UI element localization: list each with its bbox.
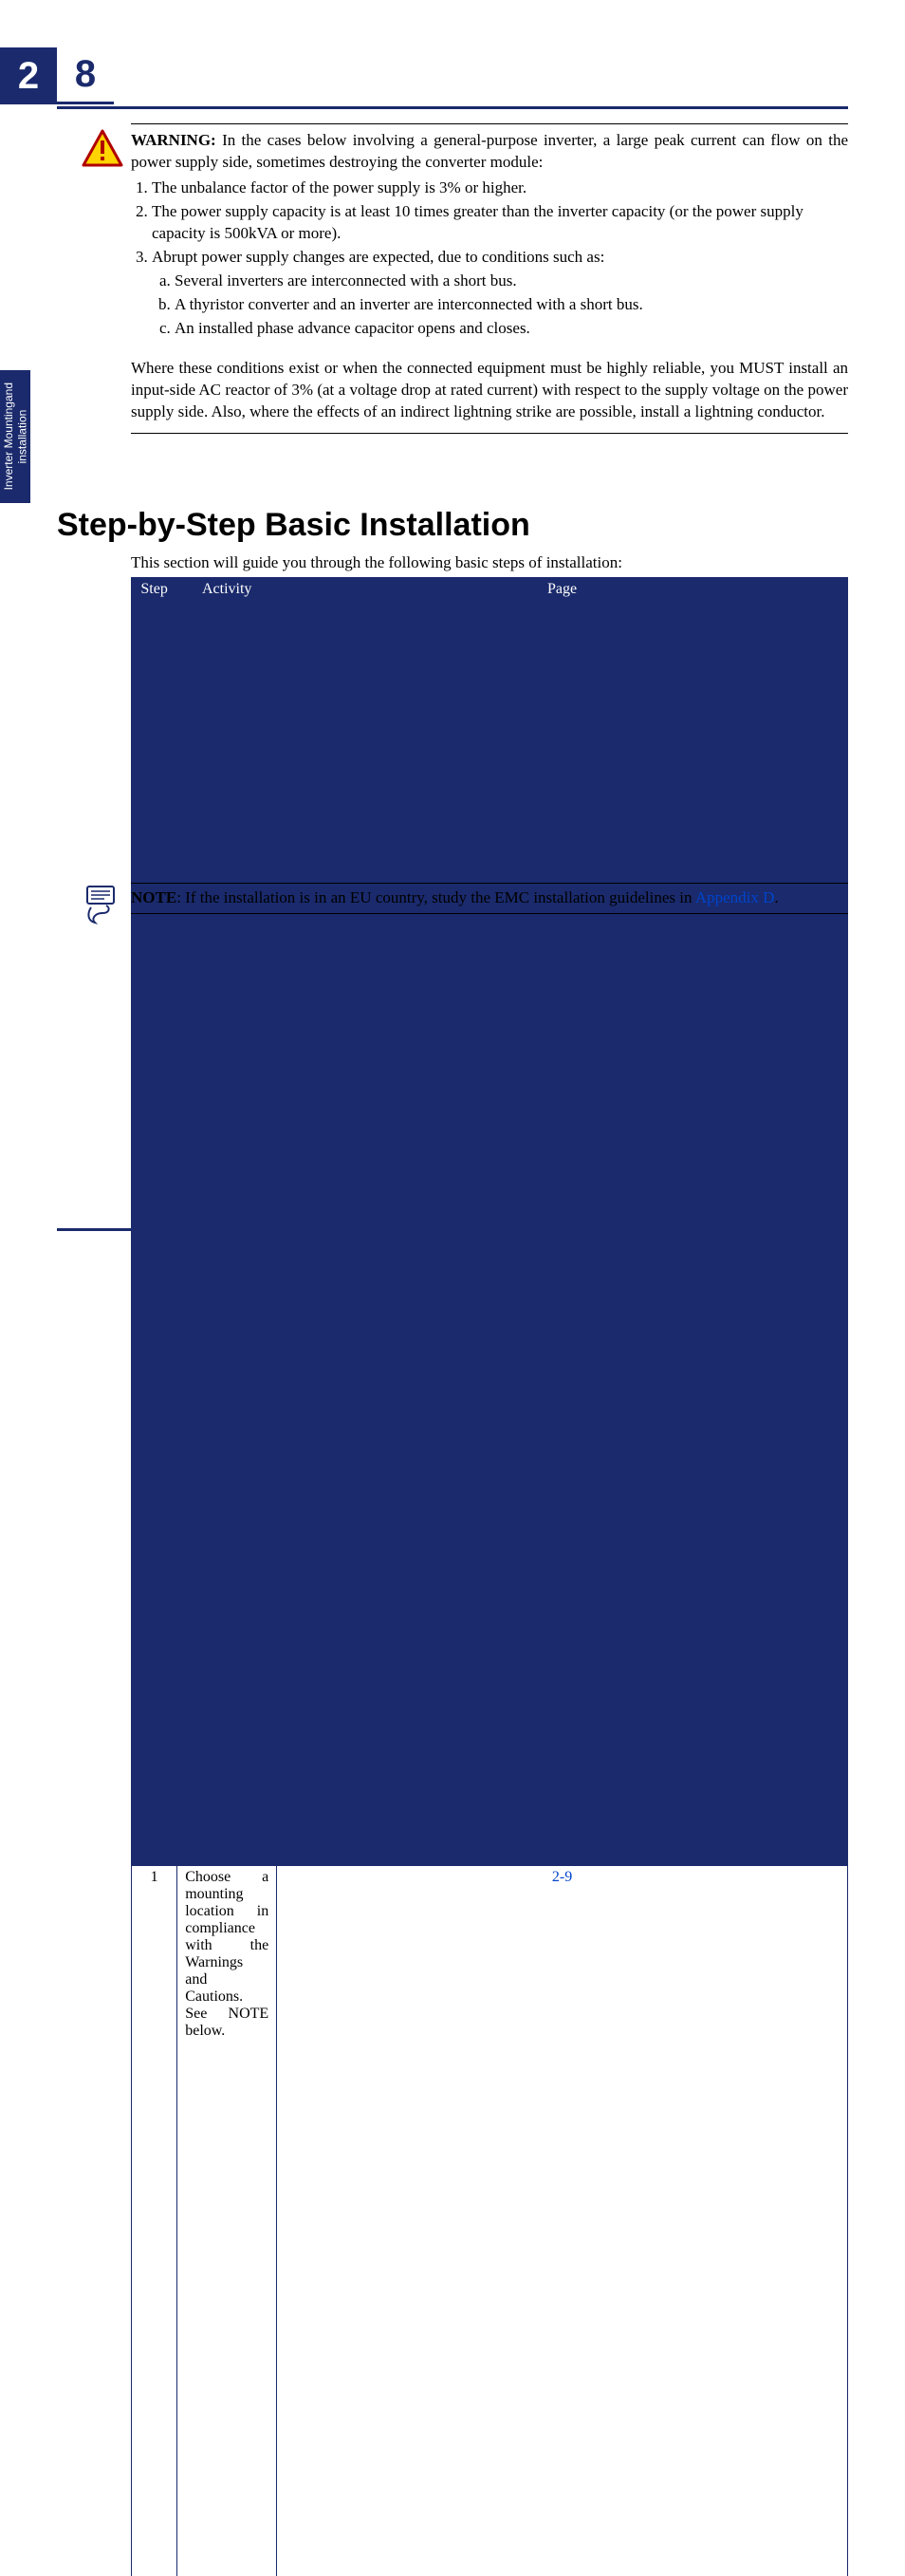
warning-sub-a: Several inverters are interconnected wit… — [175, 271, 848, 292]
warning-item-1: The unbalance factor of the power supply… — [152, 177, 848, 199]
warning-sub-c: An installed phase advance capacitor ope… — [175, 318, 848, 340]
warning-intro: WARNING: In the cases below involving a … — [131, 130, 848, 174]
warning-sub-b: A thyristor converter and an inverter ar… — [175, 294, 848, 316]
steps-table-wrap: Step Activity Page 1Choose a mounting lo… — [131, 577, 848, 2576]
warning-lead: WARNING: — [131, 131, 216, 149]
warning-sublist: Several inverters are interconnected wit… — [175, 271, 848, 340]
th-activity: Activity — [177, 578, 277, 1866]
side-tab-label: Inverter Mountingand installation — [2, 383, 29, 490]
th-page: Page — [277, 578, 848, 1866]
chapter-tab: 2 8 — [0, 47, 114, 104]
bottom-rule — [57, 1228, 848, 1231]
cell-page: 2-9 — [277, 1866, 848, 2576]
note-icon — [82, 885, 120, 924]
top-rule — [57, 106, 848, 109]
note-text: NOTE: If the installation is in an EU co… — [131, 887, 848, 909]
warning-item-3: Abrupt power supply changes are expected… — [152, 247, 848, 340]
warning-paragraph: Where these conditions exist or when the… — [131, 358, 848, 423]
warning-block: WARNING: In the cases below involving a … — [131, 123, 848, 434]
note-link[interactable]: Appendix D — [695, 888, 775, 906]
warning-item-3-text: Abrupt power supply changes are expected… — [152, 248, 604, 266]
warning-list: The unbalance factor of the power supply… — [152, 177, 848, 340]
section-intro: This section will guide you through the … — [131, 552, 848, 574]
cell-activity: Choose a mounting location in compliance… — [177, 1866, 277, 2576]
warning-icon — [82, 129, 123, 167]
note-lead: NOTE — [131, 888, 176, 906]
page-sub-number: 8 — [57, 47, 114, 104]
steps-table: Step Activity Page 1Choose a mounting lo… — [131, 577, 848, 2576]
chapter-number: 2 — [0, 47, 57, 104]
note-block: NOTE: If the installation is in an EU co… — [131, 883, 848, 914]
warning-item-2: The power supply capacity is at least 10… — [152, 201, 848, 245]
th-step: Step — [132, 578, 177, 1866]
table-row: 1Choose a mounting location in complianc… — [132, 1866, 848, 2576]
note-body-post: . — [774, 888, 778, 906]
side-tab: Inverter Mountingand installation — [0, 370, 30, 503]
cell-step: 1 — [132, 1866, 177, 2576]
note-body-pre: : If the installation is in an EU countr… — [176, 888, 695, 906]
page-link[interactable]: 2-9 — [552, 1869, 572, 1885]
section-heading: Step-by-Step Basic Installation — [57, 507, 848, 544]
warning-body: In the cases below involving a general-p… — [131, 131, 848, 171]
